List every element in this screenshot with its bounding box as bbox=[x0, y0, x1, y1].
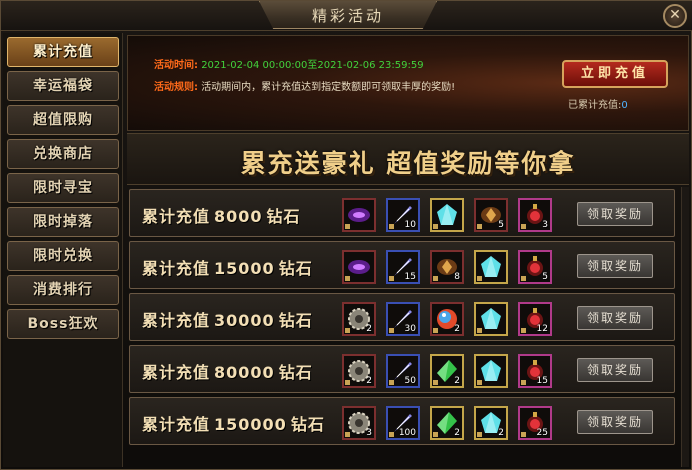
ice-crystal-icon[interactable] bbox=[430, 198, 464, 232]
emerald-crystal-icon[interactable]: 2 bbox=[430, 354, 464, 388]
gear-medal-icon[interactable]: 2 bbox=[342, 302, 376, 336]
tier-amount: 150000 bbox=[214, 415, 287, 434]
activity-window: 精彩活动 ✕ 累计充值 幸运福袋 超值限购 兑换商店 限时寻宝 限时掉落 限时兑… bbox=[0, 0, 692, 470]
claim-reward-button[interactable]: 领取奖励 bbox=[577, 410, 653, 434]
tier-prefix: 累计充值 bbox=[142, 363, 211, 382]
recharge-now-button[interactable]: 立即充值 bbox=[562, 60, 668, 88]
emerald-crystal-icon[interactable]: 2 bbox=[430, 406, 464, 440]
reward-row: 累计充值 15000 钻石 15 8 5 领取奖励 bbox=[129, 241, 675, 289]
ice-crystal-icon[interactable]: 2 bbox=[474, 406, 508, 440]
tier-amount: 15000 bbox=[214, 259, 275, 278]
sidebar-item-limited-drop[interactable]: 限时掉落 bbox=[7, 207, 119, 237]
list-scrollbar[interactable] bbox=[681, 187, 689, 467]
reward-row: 累计充值 80000 钻石 2 50 2 15 领取奖励 bbox=[129, 345, 675, 393]
event-time-line: 活动时间: 2021-02-04 00:00:00至2021-02-06 23:… bbox=[154, 56, 424, 71]
sidebar-item-limited-exchange[interactable]: 限时兑换 bbox=[7, 241, 119, 271]
promo-banner: 累充送豪礼 超值奖励等你拿 bbox=[127, 133, 689, 185]
feather-icon[interactable]: 10 bbox=[386, 198, 420, 232]
feather-icon[interactable]: 100 bbox=[386, 406, 420, 440]
tier-prefix: 累计充值 bbox=[142, 415, 211, 434]
reward-tier-label: 累计充值 8000 钻石 bbox=[142, 203, 301, 227]
vortex-icon[interactable] bbox=[342, 198, 376, 232]
rainbow-orb-icon[interactable]: 2 bbox=[430, 302, 464, 336]
reward-row: 累计充值 30000 钻石 2 30 2 12 领取奖励 bbox=[129, 293, 675, 341]
tier-unit: 钻石 bbox=[278, 363, 313, 382]
event-rule-text: 活动期间内，累计充值达到指定数额即可领取丰厚的奖励! bbox=[201, 82, 456, 93]
claim-reward-button[interactable]: 领取奖励 bbox=[577, 254, 653, 278]
total-recharged: 已累计充值:0 bbox=[568, 96, 628, 111]
ruby-amulet-icon[interactable]: 3 bbox=[518, 198, 552, 232]
promo-slogan: 累充送豪礼 超值奖励等你拿 bbox=[240, 149, 576, 178]
window-title: 精彩活动 bbox=[311, 7, 384, 25]
ice-crystal-icon[interactable] bbox=[474, 354, 508, 388]
sidebar-item-cumulative-recharge[interactable]: 累计充值 bbox=[7, 37, 119, 67]
reward-row: 累计充值 150000 钻石 3 100 2 2 25 领取奖励 bbox=[129, 397, 675, 445]
ice-crystal-icon[interactable] bbox=[474, 302, 508, 336]
tier-amount: 30000 bbox=[214, 311, 275, 330]
title-bar: 精彩活动 ✕ bbox=[1, 1, 692, 31]
feather-icon[interactable]: 50 bbox=[386, 354, 420, 388]
tier-unit: 钻石 bbox=[278, 259, 313, 278]
reward-tier-label: 累计充值 150000 钻石 bbox=[142, 411, 325, 435]
claim-reward-button[interactable]: 领取奖励 bbox=[577, 306, 653, 330]
tier-amount: 80000 bbox=[214, 363, 275, 382]
tier-unit: 钻石 bbox=[278, 311, 313, 330]
event-rule-line: 活动规则: 活动期间内，累计充值达到指定数额即可领取丰厚的奖励! bbox=[154, 78, 455, 93]
tier-prefix: 累计充值 bbox=[142, 259, 211, 278]
vortex-icon[interactable] bbox=[342, 250, 376, 284]
event-header: 活动时间: 2021-02-04 00:00:00至2021-02-06 23:… bbox=[127, 35, 689, 131]
ice-crystal-icon[interactable] bbox=[474, 250, 508, 284]
sidebar-item-boss-carnival[interactable]: Boss狂欢 bbox=[7, 309, 119, 339]
ruby-amulet-icon[interactable]: 15 bbox=[518, 354, 552, 388]
event-rule-label: 活动规则: bbox=[154, 82, 198, 93]
sidebar: 累计充值 幸运福袋 超值限购 兑换商店 限时寻宝 限时掉落 限时兑换 消费排行 … bbox=[3, 33, 123, 467]
total-recharged-label: 已累计充值: bbox=[568, 100, 622, 111]
gear-medal-icon[interactable]: 2 bbox=[342, 354, 376, 388]
claim-reward-button[interactable]: 领取奖励 bbox=[577, 358, 653, 382]
event-time-label: 活动时间: bbox=[154, 60, 198, 71]
tier-unit: 钻石 bbox=[290, 415, 325, 434]
sidebar-item-exchange-shop[interactable]: 兑换商店 bbox=[7, 139, 119, 169]
reward-tier-label: 累计充值 30000 钻石 bbox=[142, 307, 313, 331]
sidebar-item-spend-ranking[interactable]: 消费排行 bbox=[7, 275, 119, 305]
tier-amount: 8000 bbox=[214, 207, 263, 226]
total-recharged-value: 0 bbox=[621, 100, 628, 111]
reward-row: 累计充值 8000 钻石 10 5 3 领取奖励 bbox=[129, 189, 675, 237]
sidebar-item-limited-purchase[interactable]: 超值限购 bbox=[7, 105, 119, 135]
feather-icon[interactable]: 30 bbox=[386, 302, 420, 336]
amber-ore-icon[interactable]: 8 bbox=[430, 250, 464, 284]
amber-ore-icon[interactable]: 5 bbox=[474, 198, 508, 232]
claim-reward-button[interactable]: 领取奖励 bbox=[577, 202, 653, 226]
ruby-amulet-icon[interactable]: 12 bbox=[518, 302, 552, 336]
tier-prefix: 累计充值 bbox=[142, 207, 211, 226]
sidebar-item-treasure-hunt[interactable]: 限时寻宝 bbox=[7, 173, 119, 203]
tier-unit: 钻石 bbox=[266, 207, 301, 226]
reward-tier-label: 累计充值 15000 钻石 bbox=[142, 255, 313, 279]
gear-medal-icon[interactable]: 3 bbox=[342, 406, 376, 440]
ruby-amulet-icon[interactable]: 25 bbox=[518, 406, 552, 440]
close-button[interactable]: ✕ bbox=[663, 4, 687, 28]
sidebar-item-lucky-bag[interactable]: 幸运福袋 bbox=[7, 71, 119, 101]
event-time-value: 2021-02-04 00:00:00至2021-02-06 23:59:59 bbox=[201, 60, 424, 71]
reward-tier-label: 累计充值 80000 钻石 bbox=[142, 359, 313, 383]
tier-prefix: 累计充值 bbox=[142, 311, 211, 330]
feather-icon[interactable]: 15 bbox=[386, 250, 420, 284]
ruby-amulet-icon[interactable]: 5 bbox=[518, 250, 552, 284]
